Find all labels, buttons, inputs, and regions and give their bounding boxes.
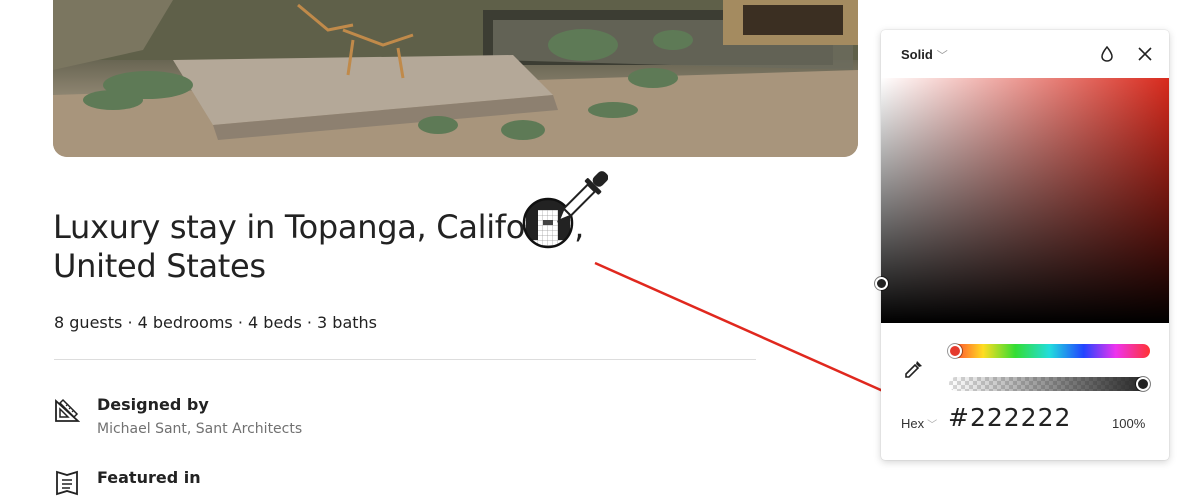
- chevron-down-icon: ﹀: [927, 420, 938, 431]
- listing-photo[interactable]: [53, 0, 858, 157]
- detail-heading: Designed by: [97, 395, 209, 414]
- listing-stats: 8 guests · 4 bedrooms · 4 beds · 3 baths: [54, 313, 378, 332]
- saturation-handle[interactable]: [875, 277, 888, 290]
- droplet-icon[interactable]: [1097, 44, 1117, 64]
- magazine-icon: [56, 470, 78, 496]
- drafting-tools-icon: [55, 398, 80, 422]
- eyedropper-icon[interactable]: [903, 358, 925, 380]
- close-icon[interactable]: [1135, 44, 1155, 64]
- listing-title-line2: United States: [53, 247, 266, 285]
- opacity-input[interactable]: 100%: [1112, 416, 1145, 431]
- saturation-brightness-area[interactable]: [881, 78, 1169, 323]
- hue-slider[interactable]: [949, 344, 1150, 358]
- listing-title-line1: Luxury stay in Topanga, Califo: [53, 208, 526, 246]
- chevron-down-icon: ﹀: [936, 50, 948, 62]
- color-format-dropdown[interactable]: Hex ﹀: [901, 416, 937, 431]
- fill-type-dropdown[interactable]: Solid ﹀: [901, 47, 948, 63]
- opacity-slider-handle[interactable]: [1136, 377, 1150, 391]
- hex-input[interactable]: #222222: [948, 403, 1071, 432]
- detail-subtext: Michael Sant, Sant Architects: [97, 421, 303, 437]
- fill-type-label: Solid: [901, 47, 933, 62]
- hue-slider-handle[interactable]: [948, 344, 962, 358]
- color-format-label: Hex: [901, 416, 925, 431]
- detail-heading: Featured in: [97, 468, 201, 487]
- color-picker-panel: Solid ﹀ Hex ﹀ #222222 100%: [875, 30, 1169, 460]
- opacity-slider[interactable]: [949, 377, 1150, 391]
- color-picker-header: Solid ﹀: [881, 30, 1169, 78]
- listing-photo-scene: [53, 0, 858, 157]
- eyedropper-cursor-icon: [522, 171, 608, 249]
- section-divider: [54, 359, 756, 360]
